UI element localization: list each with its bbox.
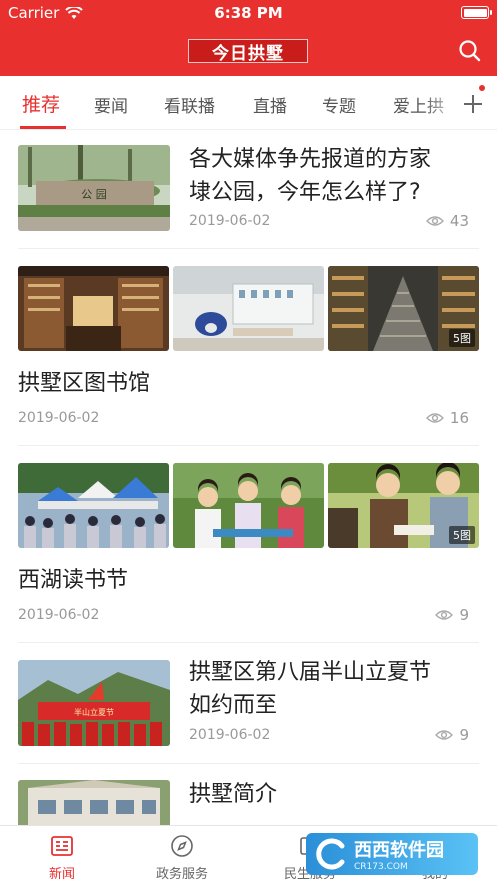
tab-live[interactable]: 直播 <box>253 92 287 117</box>
eye-icon <box>435 730 454 740</box>
news-thumbnail: 半山立夏节 <box>18 660 170 746</box>
news-thumbnail: 5图 <box>328 266 479 351</box>
news-title: 拱墅区图书馆 <box>18 371 151 396</box>
watermark-url: CR173.COM <box>354 862 408 872</box>
news-title-line: 埭公园，今年怎么样了? <box>189 180 421 205</box>
svg-text:半山立夏节: 半山立夏节 <box>74 707 114 717</box>
tab-recommend[interactable]: 推荐 <box>22 90 60 117</box>
news-thumbnail <box>173 463 324 548</box>
news-feed: 公 园 各大媒体争先报道的方家 埭公园，今年怎么样了? 2019-06-02 4… <box>0 131 497 825</box>
search-button[interactable] <box>457 38 483 64</box>
nav-label: 新闻 <box>48 867 75 882</box>
news-title: 西湖读书节 <box>18 568 129 593</box>
news-item[interactable]: 拱墅简介 <box>0 764 497 825</box>
tab-topics[interactable]: 专题 <box>322 92 356 117</box>
nav-government-services[interactable]: 政务服务 <box>120 826 244 883</box>
image-count-badge: 5图 <box>449 526 475 544</box>
nav-news[interactable]: 新闻 <box>0 826 124 883</box>
news-date: 2019-06-02 <box>189 213 271 229</box>
view-count: 43 <box>425 212 469 230</box>
view-count: 9 <box>435 606 469 624</box>
battery-icon <box>461 6 492 19</box>
news-thumbnail: 5图 <box>328 463 479 548</box>
eye-icon <box>425 216 444 226</box>
status-bar: Carrier 6:38 PM <box>0 0 497 26</box>
nav-label: 政务服务 <box>155 867 208 882</box>
news-item[interactable]: 半山立夏节 拱墅区第八届半山立夏节 如约而至 2019-06-02 9 <box>0 643 497 763</box>
news-title-line: 各大媒体争先报道的方家 <box>189 147 432 172</box>
tab-headlines[interactable]: 要闻 <box>94 92 128 117</box>
status-time: 6:38 PM <box>214 4 283 22</box>
channel-tabs: 推荐 要闻 看联播 直播 专题 爱上拱 <box>0 76 497 130</box>
news-date: 2019-06-02 <box>189 727 271 743</box>
view-count: 9 <box>435 726 469 744</box>
news-thumbnail: 公 园 <box>18 145 170 231</box>
news-title: 拱墅简介 <box>189 782 278 807</box>
image-count-badge: 5图 <box>449 329 475 347</box>
search-icon <box>459 40 481 62</box>
news-item[interactable]: 5图 拱墅区图书馆 2019-06-02 16 <box>0 249 497 445</box>
add-channel-button[interactable] <box>453 76 491 128</box>
active-tab-indicator <box>20 126 66 129</box>
news-title-line: 如约而至 <box>189 693 278 718</box>
news-icon <box>51 836 73 856</box>
site-watermark: 西西软件园 CR173.COM <box>306 833 478 875</box>
news-date: 2019-06-02 <box>18 607 100 623</box>
view-count: 16 <box>425 409 469 427</box>
eye-icon <box>435 610 454 620</box>
app-logo: 今日拱墅 <box>188 39 308 64</box>
watermark-name: 西西软件园 <box>354 840 444 861</box>
news-thumbnail <box>18 266 169 351</box>
news-thumbnail <box>18 780 170 825</box>
news-item[interactable]: 公 园 各大媒体争先报道的方家 埭公园，今年怎么样了? 2019-06-02 4… <box>0 131 497 249</box>
news-date: 2019-06-02 <box>18 410 100 426</box>
news-thumbnail <box>18 463 169 548</box>
svg-text:公 园: 公 园 <box>81 188 107 201</box>
news-item[interactable]: 5图 西湖读书节 2019-06-02 9 <box>0 446 497 642</box>
top-bar: Carrier 6:38 PM 今日拱墅 <box>0 0 497 76</box>
news-thumbnail <box>173 266 324 351</box>
new-dot-badge <box>479 85 485 91</box>
logo-c-icon <box>316 838 345 870</box>
news-title-line: 拱墅区第八届半山立夏节 <box>189 660 432 685</box>
eye-icon <box>425 413 444 423</box>
tab-broadcast[interactable]: 看联播 <box>164 92 215 117</box>
compass-icon <box>171 835 193 857</box>
